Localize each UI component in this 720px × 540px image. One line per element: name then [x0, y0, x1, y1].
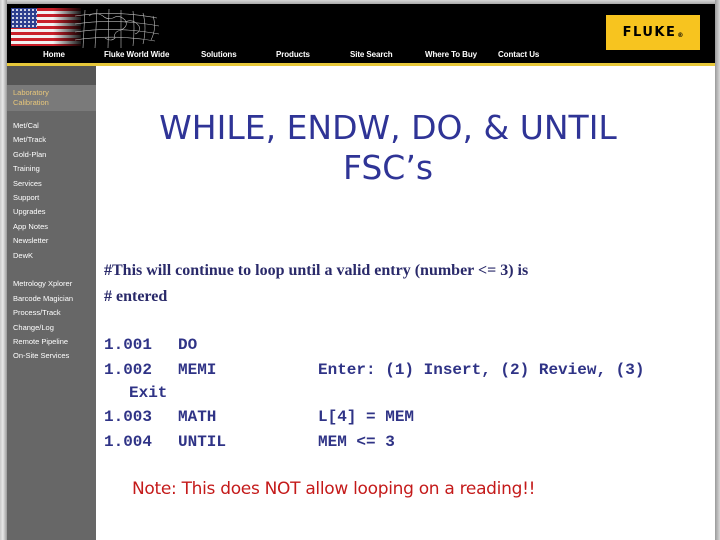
comment-line-2: # entered — [104, 288, 168, 305]
code-fsc-4: UNTIL — [178, 433, 227, 451]
code-fsc-2: MEMI — [178, 361, 217, 379]
nav-where-to-buy[interactable]: Where To Buy — [425, 50, 477, 59]
registered-mark: ® — [677, 32, 684, 39]
us-flag-icon — [11, 8, 81, 46]
sidebar-item-app-notes[interactable]: App Notes — [13, 222, 48, 231]
sidebar-item-barcode-magician[interactable]: Barcode Magician — [13, 294, 73, 303]
sidebar-item-on-site-services[interactable]: On-Site Services — [13, 351, 69, 360]
code-step-2: 1.002 — [104, 361, 153, 379]
sidebar-item-remote-pipeline[interactable]: Remote Pipeline — [13, 337, 68, 346]
sidebar-item-gold-plan[interactable]: Gold-Plan — [13, 150, 46, 159]
code-step-4: 1.004 — [104, 433, 153, 451]
nav-site-search[interactable]: Site Search — [350, 50, 393, 59]
sidebar-top-band — [7, 66, 96, 85]
nav-solutions[interactable]: Solutions — [201, 50, 237, 59]
code-fsc-3: MATH — [178, 408, 217, 426]
sidebar-section-label: Laboratory Calibration — [13, 88, 49, 107]
code-data-2-continuation: Exit — [129, 384, 168, 402]
code-data-2: Enter: (1) Insert, (2) Review, (3) — [318, 361, 645, 379]
nav-home[interactable]: Home — [43, 50, 65, 59]
globe-grid-icon — [75, 8, 160, 48]
code-step-3: 1.003 — [104, 408, 153, 426]
window-frame-left — [0, 0, 7, 540]
header-accent-line — [7, 63, 715, 66]
sidebar-item-training[interactable]: Training — [13, 164, 40, 173]
window-frame-right — [715, 0, 720, 540]
sidebar-item-met-cal[interactable]: Met/Cal — [13, 121, 39, 130]
sidebar-section-laboratory-calibration[interactable]: Laboratory Calibration — [7, 85, 96, 111]
nav-products[interactable]: Products — [276, 50, 310, 59]
sidebar-item-support[interactable]: Support — [13, 193, 39, 202]
procedure-comment: #This will continue to loop until a vali… — [104, 258, 528, 310]
nav-fluke-world-wide[interactable]: Fluke World Wide — [104, 50, 169, 59]
sidebar: Laboratory Calibration Met/Cal Met/Track… — [7, 66, 96, 540]
main-nav: Home Fluke World Wide Solutions Products… — [7, 50, 715, 63]
code-fsc-1: DO — [178, 336, 198, 354]
sidebar-item-services[interactable]: Services — [13, 179, 42, 188]
code-data-3: L[4] = MEM — [318, 408, 415, 426]
sidebar-item-dewk[interactable]: DewK — [13, 251, 33, 260]
page-title-line-2: FSC’s — [342, 148, 434, 187]
warning-note: Note: This does NOT allow looping on a r… — [132, 479, 536, 499]
code-step-1: 1.001 — [104, 336, 153, 354]
sidebar-item-change-log[interactable]: Change/Log — [13, 323, 54, 332]
sidebar-item-process-track[interactable]: Process/Track — [13, 308, 61, 317]
fluke-logo-text: FLUKE — [622, 25, 677, 40]
page-title: WHILE, ENDW, DO, & UNTIL FSC’s — [108, 108, 668, 188]
sidebar-item-upgrades[interactable]: Upgrades — [13, 207, 46, 216]
sidebar-item-newsletter[interactable]: Newsletter — [13, 236, 48, 245]
code-data-4: MEM <= 3 — [318, 433, 395, 451]
page-title-line-1: WHILE, ENDW, DO, & UNTIL — [159, 108, 617, 147]
comment-line-1: #This will continue to loop until a vali… — [104, 262, 529, 279]
fluke-logo[interactable]: FLUKE ® — [606, 15, 700, 50]
sidebar-item-metrology-xplorer[interactable]: Metrology Xplorer — [13, 279, 72, 288]
sidebar-item-met-track[interactable]: Met/Track — [13, 135, 46, 144]
nav-contact-us[interactable]: Contact Us — [498, 50, 539, 59]
